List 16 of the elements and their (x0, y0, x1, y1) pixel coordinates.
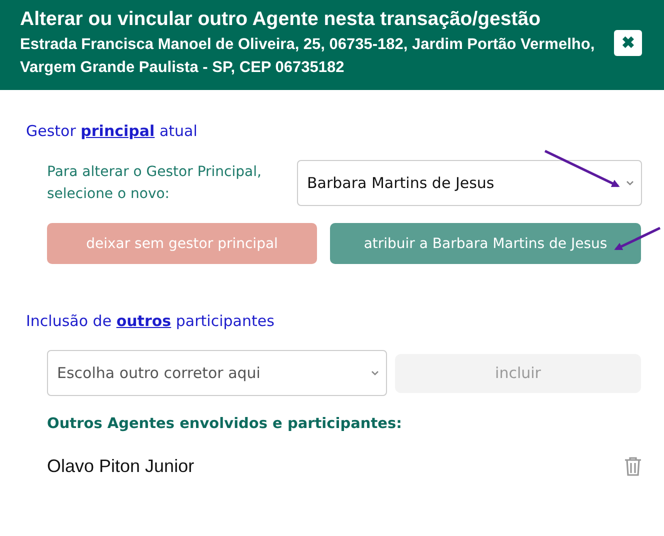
section-link[interactable]: outros (116, 312, 172, 330)
section-heading: Gestor principal atual (26, 122, 198, 140)
trash-icon[interactable] (624, 456, 642, 477)
select-label: Para alterar o Gestor Principal, selecione o novo: (47, 163, 262, 204)
address-text: Estrada Francisca Manoel de Oliveira, 25, 06735-182, Jardim Portão Vermelho, Vargem Grande Paulista - SP, CEP 06735182 (20, 35, 596, 78)
agent-select[interactable]: Escolha outro corretor aqui (47, 350, 387, 396)
participant-name: Olavo Piton Junior (47, 456, 194, 477)
modal-title: Alterar ou vincular outro Agente nesta transação/gestão (20, 7, 542, 31)
close-button[interactable]: ✖ (614, 30, 642, 56)
section-link[interactable]: principal (80, 122, 155, 140)
list-title: Outros Agentes envolvidos e participantes: (46, 416, 403, 432)
annotation-arrow (614, 226, 661, 250)
chevron-down-icon (625, 178, 635, 188)
chevron-down-icon (370, 368, 380, 378)
section-heading: Inclusão de outros participantes (26, 312, 276, 330)
manager-select[interactable]: Barbara Martins de Jesus (297, 160, 642, 206)
